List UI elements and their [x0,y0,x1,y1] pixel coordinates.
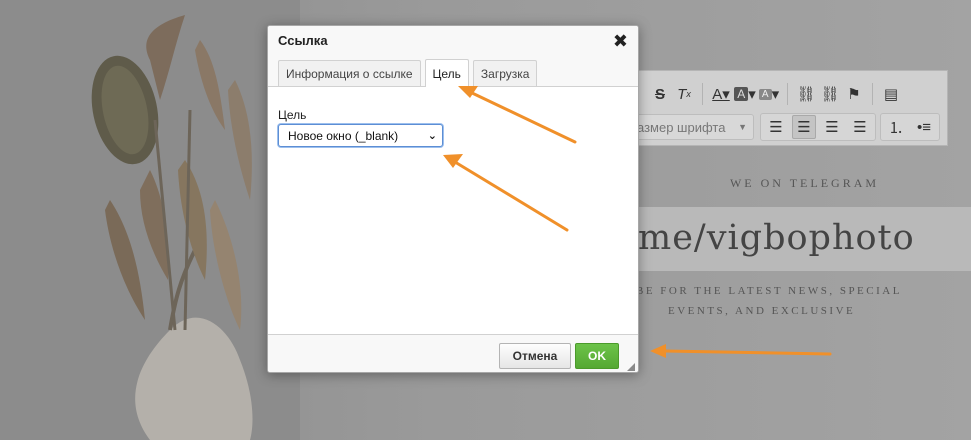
arrow-head [650,344,666,358]
arrow-to-target-tab [468,90,577,144]
annotation-arrows [443,86,832,358]
arrow-to-select [453,160,569,232]
arrow-to-ok [663,349,832,356]
arrow-head [458,86,478,98]
